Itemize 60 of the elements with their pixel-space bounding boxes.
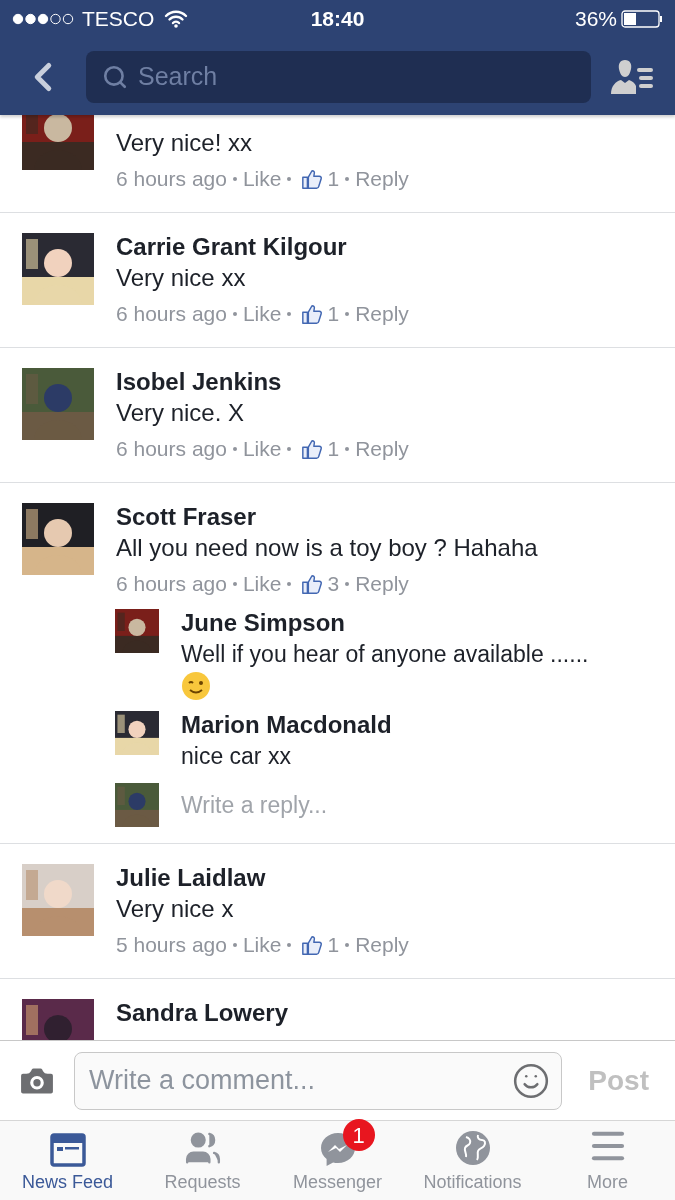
thumbs-up-icon xyxy=(301,168,324,190)
tab-bar-item[interactable]: News Feed xyxy=(0,1121,135,1200)
thumbs-up-icon xyxy=(301,438,324,460)
comment-time: 6 hours ago xyxy=(116,301,227,327)
search-field[interactable]: Search xyxy=(86,50,591,103)
wifi-icon xyxy=(164,10,189,28)
commenter-name[interactable]: June Simpson xyxy=(181,609,655,637)
like-link[interactable]: Like xyxy=(242,162,282,196)
battery-icon xyxy=(621,10,663,28)
carrier-name: TESCO xyxy=(82,6,155,33)
tab-bar-item[interactable]: Notifications xyxy=(405,1121,540,1200)
like-count: 1 xyxy=(327,301,340,327)
commenter-name[interactable]: Sandra Lowery xyxy=(116,999,655,1027)
comment-text: Well if you hear of anyone available ...... xyxy=(181,640,590,669)
contacts-icon[interactable] xyxy=(611,57,655,96)
comment-time: 6 hours ago xyxy=(116,436,227,462)
tab-bar-item[interactable]: 1 Messenger xyxy=(270,1121,405,1200)
comment-text: Very nice xx xyxy=(116,263,247,293)
reply-link[interactable]: Reply xyxy=(355,432,409,466)
like-link[interactable]: Like xyxy=(242,567,282,601)
reply-field[interactable]: Write a reply... xyxy=(181,787,655,823)
like-count: 1 xyxy=(327,436,340,462)
comment-text: Very nice. X xyxy=(116,398,246,428)
commenter-name[interactable]: Scott Fraser xyxy=(116,503,655,531)
reply-link[interactable]: Reply xyxy=(355,567,409,601)
tab-bar-item[interactable]: Requests xyxy=(135,1121,270,1200)
like-count: 1 xyxy=(327,932,340,958)
globe-icon xyxy=(453,1129,492,1167)
commenter-name[interactable]: Isobel Jenkins xyxy=(116,368,655,396)
comment-field[interactable]: Write a comment... xyxy=(74,1051,563,1110)
post-button[interactable]: Post xyxy=(588,1059,649,1102)
commenter-name[interactable]: Carrie Grant Kilgour xyxy=(116,233,655,261)
comment-time: 6 hours ago xyxy=(116,571,227,597)
battery-percentage: 36% xyxy=(574,6,617,33)
comment-text: Very nice! xx xyxy=(116,128,254,158)
thumbs-up-icon xyxy=(301,573,324,595)
search-icon xyxy=(102,63,128,90)
comment-text: nice car xx xyxy=(181,742,292,771)
clock: 18:40 xyxy=(310,6,365,33)
comment-text: All you need now is a toy boy ? Hahaha xyxy=(116,533,539,563)
like-link[interactable]: Like xyxy=(242,297,282,331)
like-count: 3 xyxy=(327,571,340,597)
like-count: 1 xyxy=(327,166,340,192)
like-link[interactable]: Like xyxy=(242,928,282,962)
tab-bar-item[interactable]: More xyxy=(540,1121,675,1200)
signal-icon xyxy=(12,13,74,25)
newspaper-icon xyxy=(49,1133,86,1167)
smiley-icon[interactable] xyxy=(512,1061,551,1100)
comment-time: 6 hours ago xyxy=(116,166,227,192)
notification-badge: 1 xyxy=(342,1119,375,1151)
reply-link[interactable]: Reply xyxy=(355,297,409,331)
like-link[interactable]: Like xyxy=(242,432,282,466)
thumbs-up-icon xyxy=(301,934,324,956)
thumbs-up-icon xyxy=(301,303,324,325)
comment-text: Very nice x xyxy=(116,894,235,924)
commenter-name[interactable]: Marion Macdonald xyxy=(181,711,655,739)
comment-time: 5 hours ago xyxy=(116,932,227,958)
commenter-name[interactable]: Julie Laidlaw xyxy=(116,864,655,892)
reply-link[interactable]: Reply xyxy=(355,928,409,962)
reply-link[interactable]: Reply xyxy=(355,162,409,196)
